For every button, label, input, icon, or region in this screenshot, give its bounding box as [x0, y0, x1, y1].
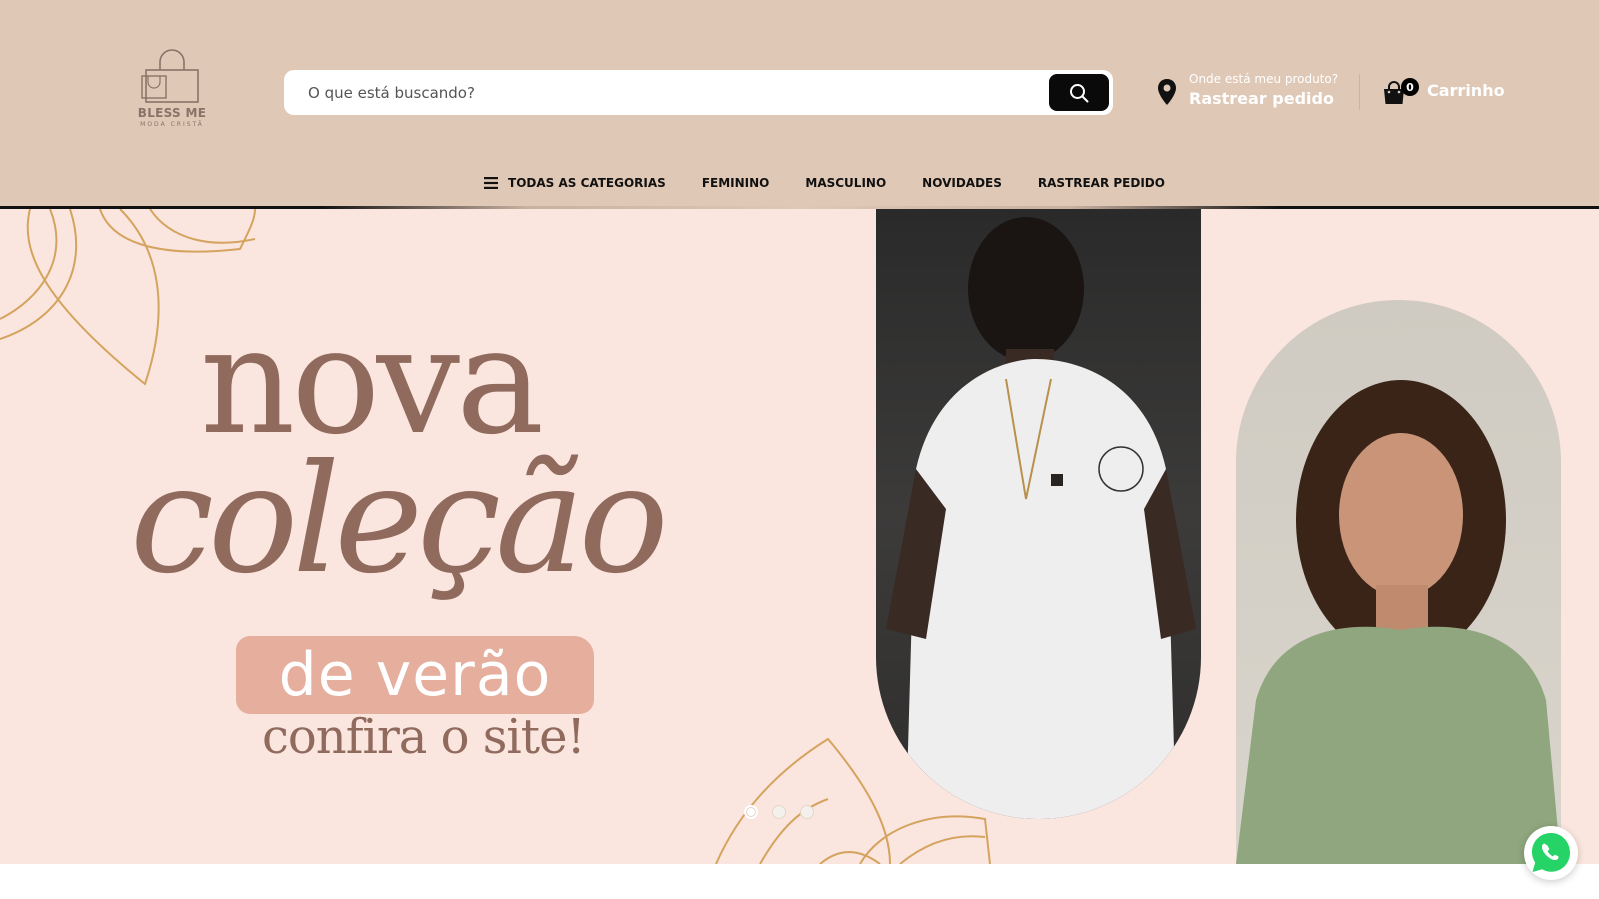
- nav-item-label: RASTREAR PEDIDO: [1037, 176, 1165, 190]
- nav-item-all-categories[interactable]: TODAS AS CATEGORIAS: [484, 168, 666, 198]
- cart-label: Carrinho: [1427, 81, 1505, 100]
- search-bar: [284, 70, 1113, 115]
- carousel-dot-2[interactable]: [772, 805, 786, 819]
- menu-icon: [484, 177, 499, 189]
- model-photo-woman: [1236, 300, 1561, 864]
- site-header: BLESS ME MODA CRISTÃ Onde está meu produ…: [0, 0, 1599, 209]
- search-button[interactable]: [1049, 74, 1109, 111]
- track-order-label: Rastrear pedido: [1189, 89, 1334, 108]
- nav-item-masculino[interactable]: MASCULINO: [805, 168, 886, 198]
- header-divider: [1359, 74, 1360, 110]
- nav-item-feminino[interactable]: FEMININO: [702, 168, 770, 198]
- nav-item-novidades[interactable]: NOVIDADES: [922, 168, 1002, 198]
- search-icon: [1070, 83, 1089, 102]
- track-order-link[interactable]: Onde está meu produto? Rastrear pedido: [1157, 70, 1357, 114]
- woman-figure-image: [1236, 380, 1561, 864]
- confira-text: confira o site!: [262, 709, 586, 765]
- brand-tagline: MODA CRISTÃ: [140, 121, 204, 128]
- nav-item-label: NOVIDADES: [922, 176, 1002, 190]
- whatsapp-icon: [1532, 833, 1570, 872]
- shopping-bag-logo-icon: [141, 49, 199, 103]
- nav-item-label: TODAS AS CATEGORIAS: [508, 176, 666, 190]
- hero-banner[interactable]: nova coleção de verão confira o site!: [0, 209, 1599, 864]
- carousel-dot-3[interactable]: [800, 805, 814, 819]
- main-nav: TODAS AS CATEGORIAS FEMININO MASCULINO N…: [0, 168, 1599, 198]
- whatsapp-button[interactable]: [1524, 826, 1578, 880]
- carousel-dots: [744, 805, 814, 819]
- headline-colecao: coleção: [130, 433, 669, 607]
- verao-text: de verão: [278, 640, 552, 710]
- track-order-question: Onde está meu produto?: [1189, 72, 1339, 86]
- nav-item-rastrear-pedido[interactable]: RASTREAR PEDIDO: [1038, 168, 1165, 198]
- man-figure-image: [886, 217, 1196, 819]
- location-pin-icon: [1158, 79, 1176, 105]
- cart-button[interactable]: 0 Carrinho: [1381, 78, 1521, 108]
- nav-item-label: MASCULINO: [805, 176, 887, 190]
- carousel-dot-1[interactable]: [744, 805, 758, 819]
- brand-logo[interactable]: BLESS ME MODA CRISTÃ: [126, 48, 218, 134]
- cart-count-badge: 0: [1401, 78, 1419, 96]
- nav-item-label: FEMININO: [701, 176, 770, 190]
- model-photo-man: [876, 209, 1201, 819]
- verao-badge: de verão: [236, 636, 594, 714]
- brand-name: BLESS ME: [137, 106, 207, 120]
- search-input[interactable]: [308, 70, 1028, 115]
